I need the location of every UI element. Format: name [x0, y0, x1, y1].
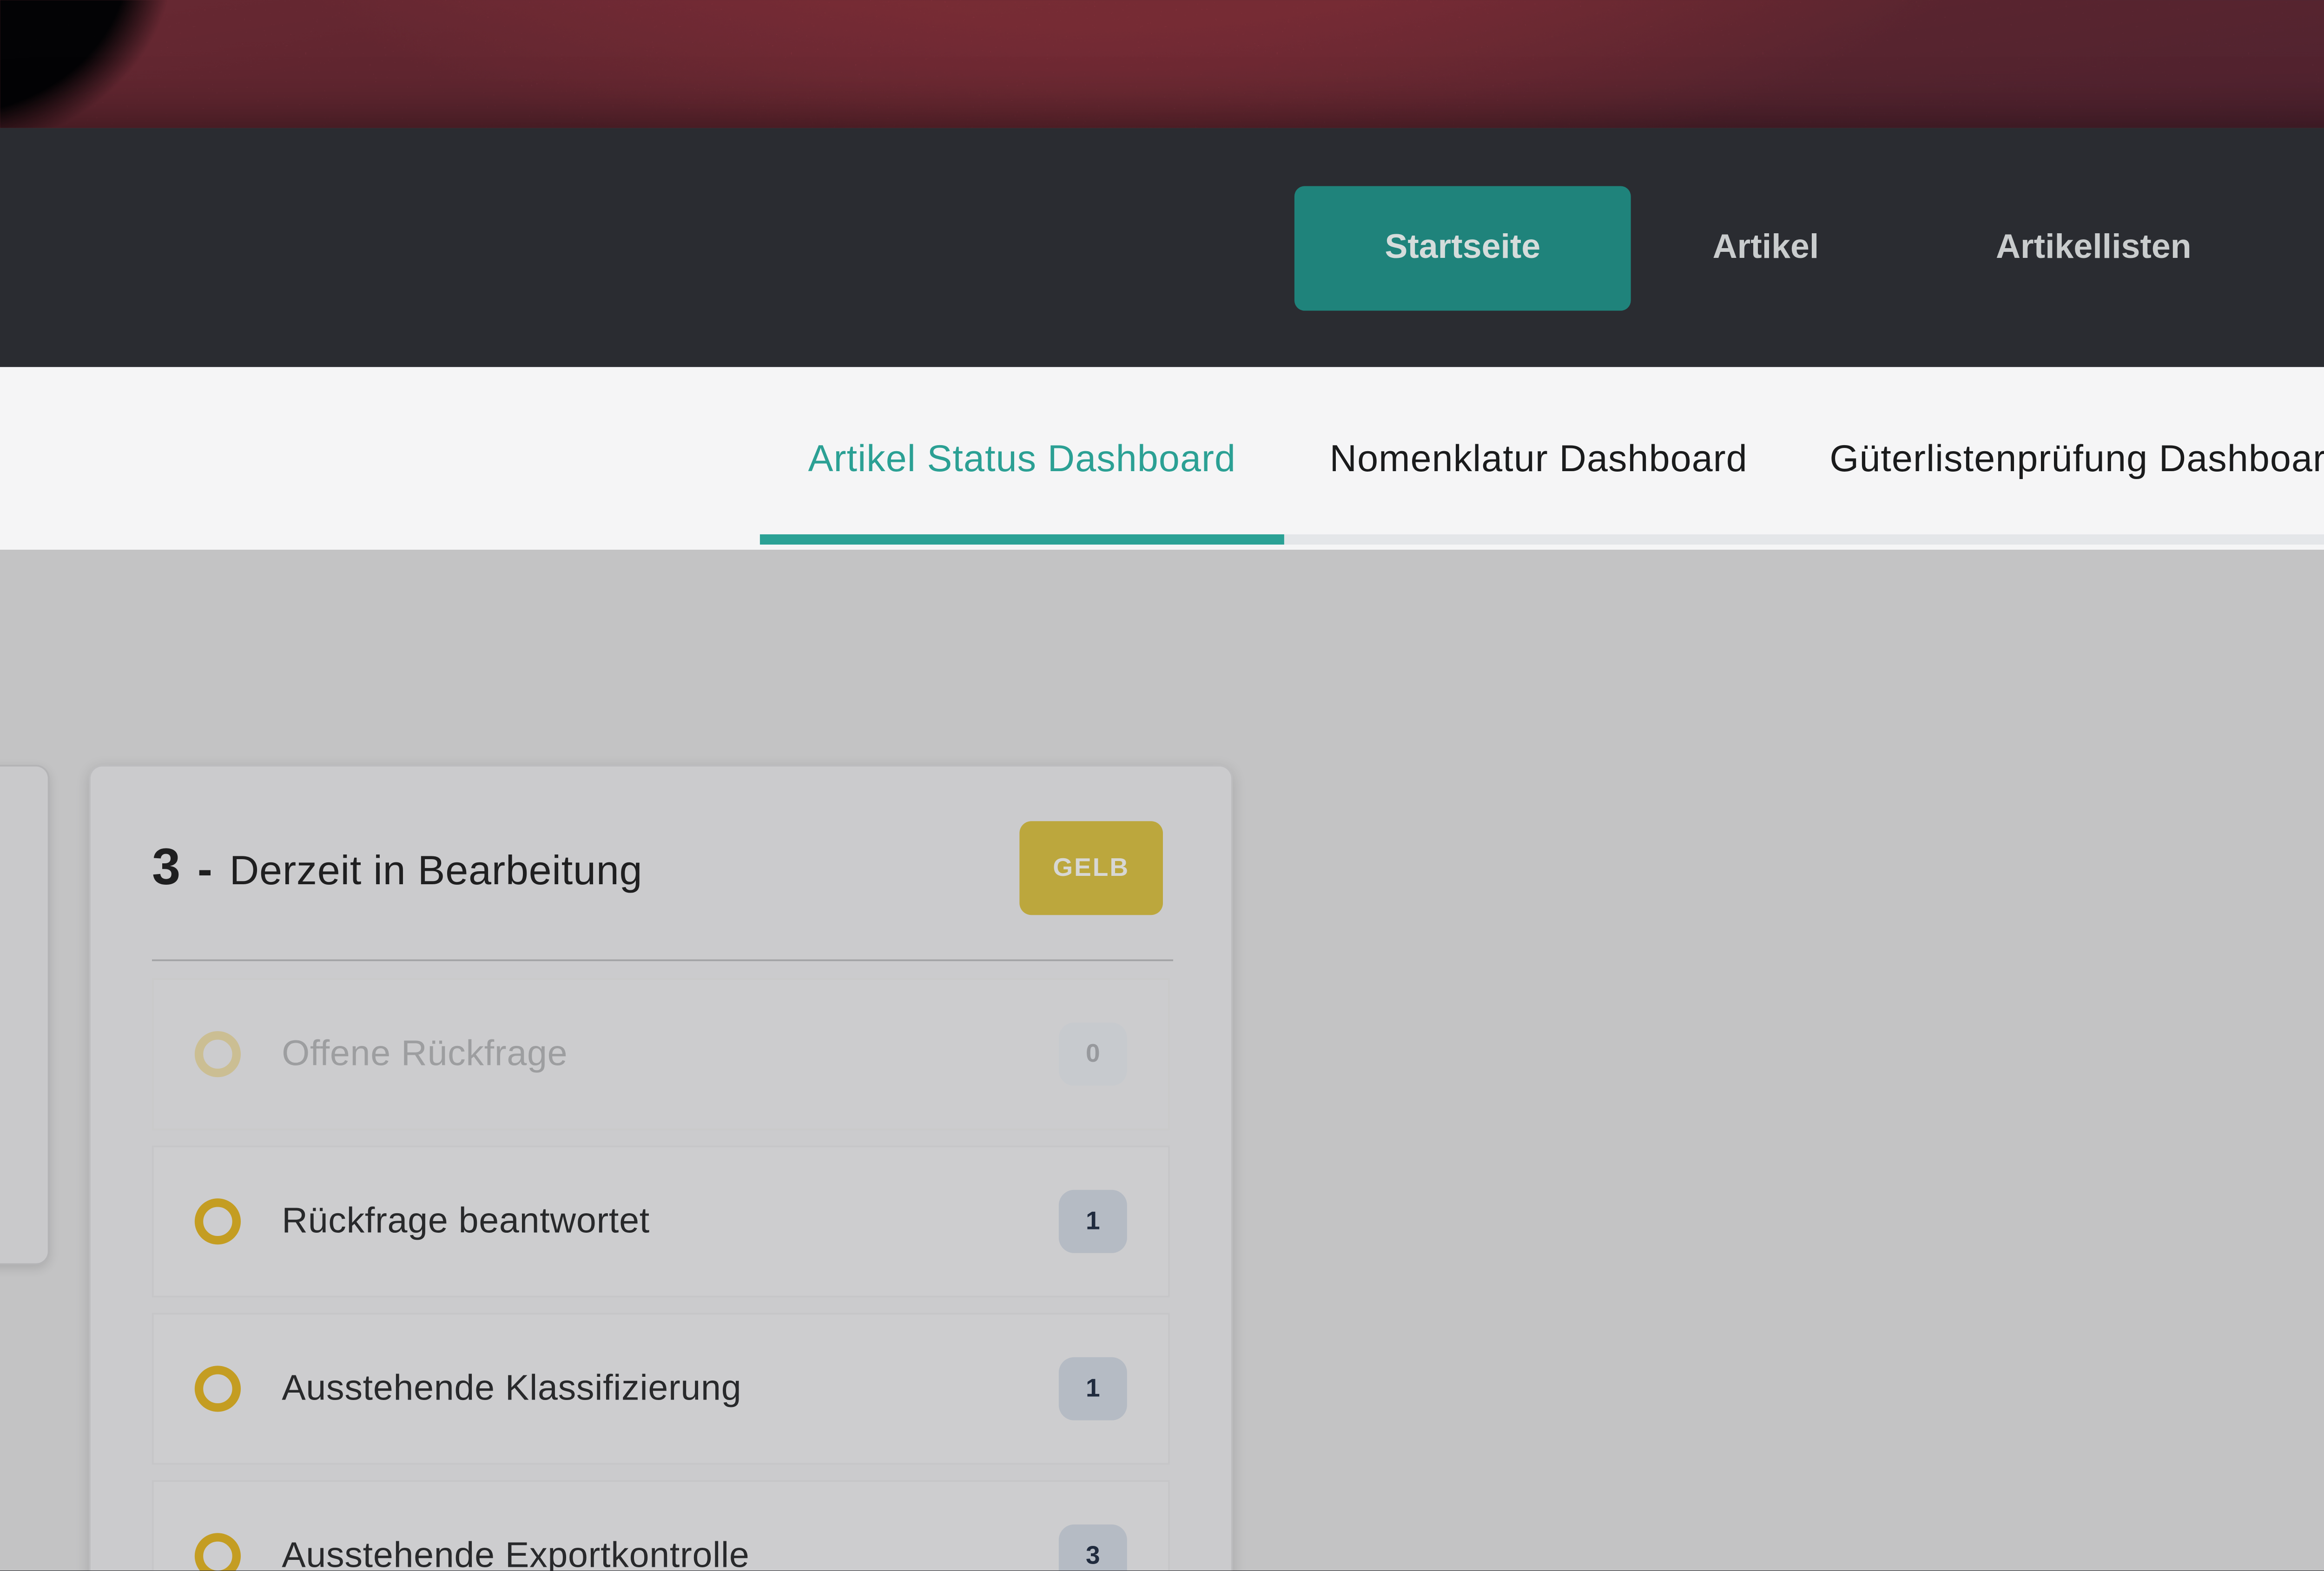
nav-item-artikellisten[interactable]: Artikellisten: [1977, 230, 2210, 264]
status-row-ausstehende-klassifizierung[interactable]: Ausstehende Klassifizierung 1: [152, 1313, 1170, 1465]
status-circle-icon: [195, 1366, 241, 1412]
status-circle-icon: [195, 1533, 241, 1571]
count-badge: 1: [1059, 1357, 1127, 1420]
title-text: Derzeit in Bearbeitung: [230, 848, 643, 895]
active-tab-underline: [760, 534, 1284, 545]
status-badge-gelb: GELB: [1019, 821, 1163, 915]
status-card-gelb: 3 - Derzeit in Bearbeitung GELB Offene R…: [89, 765, 1233, 1571]
status-row-label: Ausstehende Exportkontrolle: [282, 1536, 1059, 1571]
count-badge: 3: [1059, 1525, 1127, 1571]
dashboard-content: 3 - Derzeit in Bearbeitung GELB Offene R…: [0, 550, 2324, 1571]
status-row-offene-ruckfrage[interactable]: Offene Rückfrage 0: [152, 978, 1170, 1130]
screen: Startseite Artikel Artikellisten Artikel…: [0, 0, 2324, 1571]
tab-nomenklatur-dashboard[interactable]: Nomenklatur Dashboard: [1284, 367, 1793, 550]
primary-nav: Startseite Artikel Artikellisten: [1294, 128, 2324, 367]
status-circle-icon: [195, 1031, 241, 1077]
count-badge: 1: [1059, 1190, 1127, 1253]
status-row-label: Rückfrage beantwortet: [282, 1201, 1059, 1242]
dashboard-tabs: Artikel Status Dashboard Nomenklatur Das…: [760, 367, 2324, 550]
tab-artikel-status-dashboard[interactable]: Artikel Status Dashboard: [760, 367, 1284, 550]
partial-card-left: [0, 765, 50, 1265]
title-dash: -: [198, 842, 212, 895]
status-count: 3: [152, 839, 180, 897]
nav-item-artikel[interactable]: Artikel: [1701, 230, 1830, 264]
browser-app-window: Startseite Artikel Artikellisten Artikel…: [0, 128, 2324, 1571]
tab-guterlistenprufung-dashboard[interactable]: Güterlistenprüfung Dashboard: [1793, 367, 2324, 550]
status-row-label: Offene Rückfrage: [282, 1034, 1059, 1075]
status-circle-icon: [195, 1198, 241, 1244]
nav-item-startseite[interactable]: Startseite: [1294, 185, 1631, 310]
status-row-ausstehende-exportkontrolle[interactable]: Ausstehende Exportkontrolle 3: [152, 1480, 1170, 1571]
dashboard-tabbar: Artikel Status Dashboard Nomenklatur Das…: [0, 367, 2324, 550]
count-badge: 0: [1059, 1023, 1127, 1086]
status-card-header: 3 - Derzeit in Bearbeitung GELB: [91, 767, 1231, 915]
status-row-label: Ausstehende Klassifizierung: [282, 1368, 1059, 1409]
status-card-title: 3 - Derzeit in Bearbeitung: [152, 839, 1019, 897]
status-row-list: Offene Rückfrage 0 Rückfrage beantwortet…: [91, 961, 1231, 1571]
status-row-ruckfrage-beantwortet[interactable]: Rückfrage beantwortet 1: [152, 1145, 1170, 1297]
top-navigation-bar: Startseite Artikel Artikellisten: [0, 128, 2324, 367]
